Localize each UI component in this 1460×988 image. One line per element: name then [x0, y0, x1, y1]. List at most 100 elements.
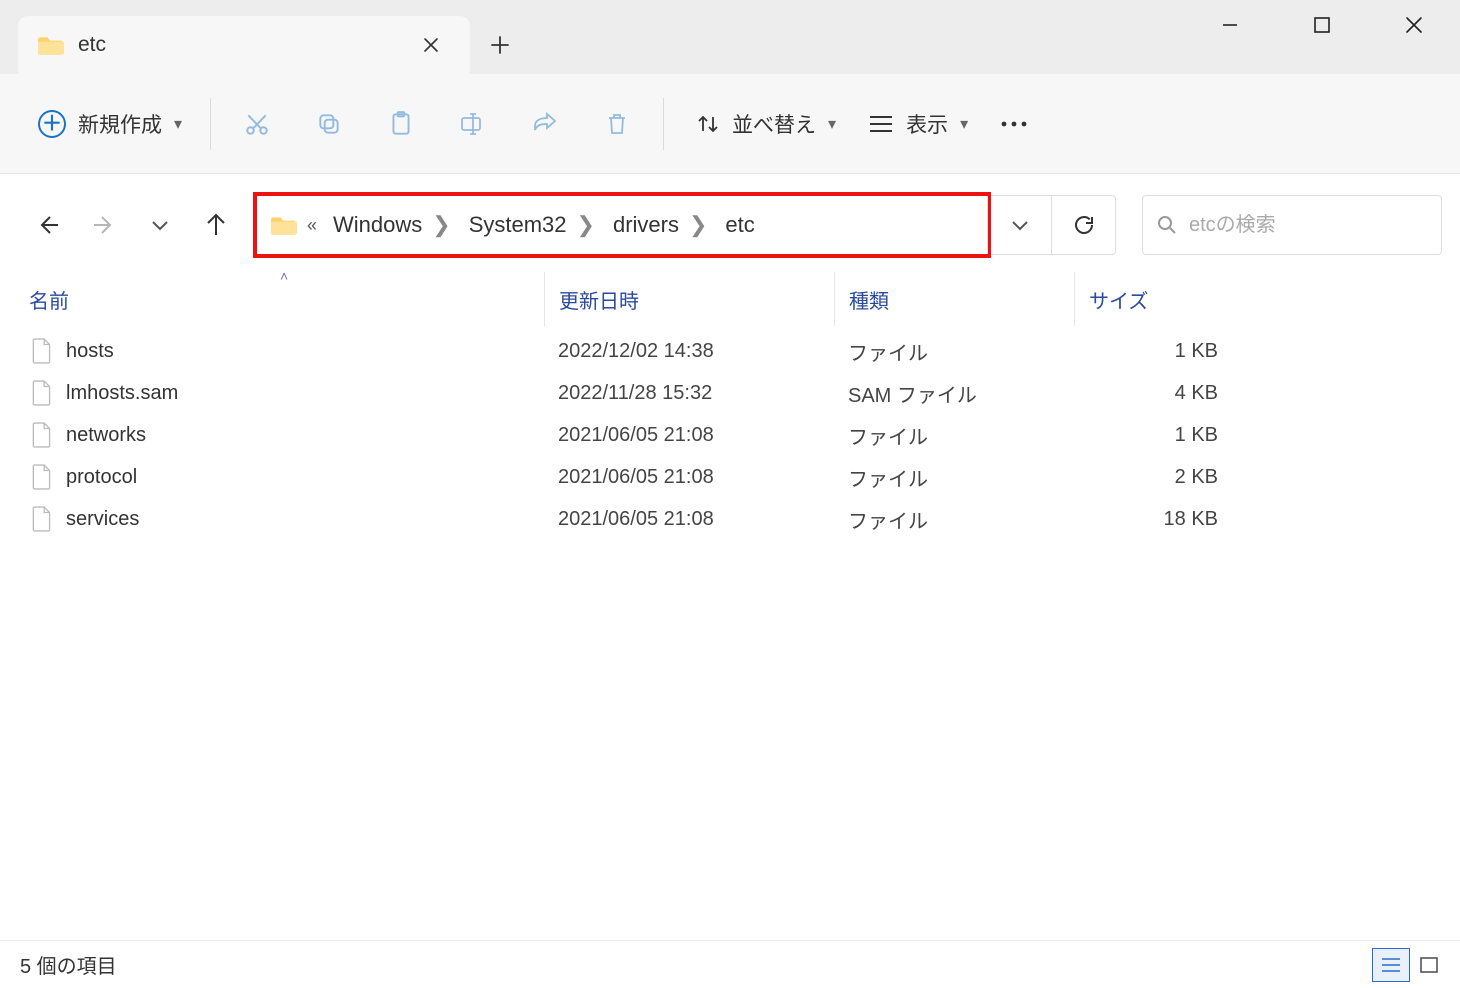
- file-name: protocol: [66, 466, 137, 489]
- view-mode-toggle: [1372, 948, 1448, 982]
- details-view-button[interactable]: [1372, 948, 1410, 982]
- chevron-right-icon: ❯: [432, 212, 450, 238]
- column-header-type[interactable]: 種類: [834, 272, 1074, 326]
- thumbnails-view-button[interactable]: [1410, 948, 1448, 982]
- separator: [210, 98, 211, 150]
- file-row[interactable]: lmhosts.sam 2022/11/28 15:32SAM ファイル4 KB: [24, 372, 1442, 414]
- breadcrumb-item-system32[interactable]: System32 ❯: [463, 212, 601, 238]
- refresh-button[interactable]: [1051, 196, 1115, 254]
- view-label: 表示: [906, 109, 948, 139]
- column-header-size[interactable]: サイズ: [1074, 272, 1224, 326]
- up-button[interactable]: [192, 201, 240, 249]
- address-history-dropdown[interactable]: [987, 196, 1051, 254]
- breadcrumb-label: drivers: [613, 212, 679, 238]
- file-name: hosts: [66, 340, 114, 363]
- status-item-count: 5 個の項目: [20, 950, 1372, 979]
- view-icon: [868, 114, 894, 134]
- file-size: 1 KB: [1074, 424, 1224, 447]
- file-icon: [32, 464, 52, 490]
- file-icon: [32, 338, 52, 364]
- file-row[interactable]: hosts 2022/12/02 14:38ファイル1 KB: [24, 330, 1442, 372]
- chevron-right-icon: ❯: [577, 212, 595, 238]
- search-input[interactable]: [1189, 214, 1427, 237]
- file-row[interactable]: protocol 2021/06/05 21:08ファイル2 KB: [24, 456, 1442, 498]
- separator: [663, 98, 664, 150]
- close-button[interactable]: [1368, 0, 1460, 50]
- column-header-name[interactable]: 名前 ˄: [24, 272, 544, 326]
- new-button-label: 新規作成: [78, 109, 162, 139]
- copy-button[interactable]: [301, 96, 357, 152]
- file-icon: [32, 422, 52, 448]
- breadcrumb-label: System32: [469, 212, 567, 238]
- file-type: ファイル: [834, 337, 1074, 366]
- new-button[interactable]: ＋ 新規作成 ▾: [24, 96, 192, 152]
- file-row[interactable]: networks 2021/06/05 21:08ファイル1 KB: [24, 414, 1442, 456]
- file-size: 4 KB: [1074, 382, 1224, 405]
- file-type: SAM ファイル: [834, 379, 1074, 408]
- rename-button[interactable]: [445, 96, 501, 152]
- delete-button[interactable]: [589, 96, 645, 152]
- file-date: 2022/11/28 15:32: [544, 382, 834, 405]
- folder-icon: [38, 34, 64, 56]
- view-button[interactable]: 表示 ▾: [854, 96, 982, 152]
- navigation-row: « Windows ❯ System32 ❯ drivers ❯ etc: [0, 186, 1460, 264]
- chevron-right-icon: ❯: [689, 212, 707, 238]
- maximize-button[interactable]: [1276, 0, 1368, 50]
- sort-ascending-icon: ˄: [280, 268, 288, 284]
- folder-icon: [271, 214, 297, 236]
- file-size: 1 KB: [1074, 340, 1224, 363]
- file-list: hosts2022/12/02 14:38ファイル1 KBlmhosts.sam…: [24, 330, 1442, 540]
- share-button[interactable]: [517, 96, 573, 152]
- toolbar: ＋ 新規作成 ▾ 並べ替え ▾ 表示 ▾: [0, 74, 1460, 174]
- plus-circle-icon: ＋: [38, 110, 66, 138]
- breadcrumb-item-windows[interactable]: Windows ❯: [327, 212, 457, 238]
- file-type: ファイル: [834, 421, 1074, 450]
- file-date: 2022/12/02 14:38: [544, 340, 834, 363]
- paste-button[interactable]: [373, 96, 429, 152]
- titlebar: etc: [0, 0, 1460, 74]
- file-name: lmhosts.sam: [66, 382, 178, 405]
- tab-etc[interactable]: etc: [18, 16, 470, 74]
- file-date: 2021/06/05 21:08: [544, 508, 834, 531]
- sort-label: 並べ替え: [732, 109, 816, 139]
- file-icon: [32, 506, 52, 532]
- address-bar[interactable]: « Windows ❯ System32 ❯ drivers ❯ etc: [257, 196, 987, 254]
- search-icon: [1157, 215, 1177, 235]
- breadcrumb-item-etc[interactable]: etc: [719, 212, 760, 238]
- back-button[interactable]: [24, 201, 72, 249]
- tab-close-button[interactable]: [414, 28, 448, 62]
- file-type: ファイル: [834, 463, 1074, 492]
- file-name: networks: [66, 424, 146, 447]
- window-controls: [1184, 0, 1460, 50]
- breadcrumb-label: Windows: [333, 212, 422, 238]
- chevron-down-icon: ▾: [828, 114, 836, 134]
- file-type: ファイル: [834, 505, 1074, 534]
- sort-icon: [696, 113, 720, 135]
- address-bar-container: « Windows ❯ System32 ❯ drivers ❯ etc: [256, 195, 1116, 255]
- file-date: 2021/06/05 21:08: [544, 424, 834, 447]
- forward-button[interactable]: [80, 201, 128, 249]
- file-row[interactable]: services 2021/06/05 21:08ファイル18 KB: [24, 498, 1442, 540]
- more-button[interactable]: [986, 96, 1042, 152]
- chevron-down-icon: ▾: [960, 114, 968, 134]
- new-tab-button[interactable]: [470, 16, 530, 74]
- file-size: 2 KB: [1074, 466, 1224, 489]
- column-headers: 名前 ˄ 更新日時 種類 サイズ: [24, 272, 1442, 326]
- file-list-area: 名前 ˄ 更新日時 種類 サイズ hosts2022/12/02 14:38ファ…: [0, 264, 1460, 940]
- tab-title: etc: [78, 33, 400, 57]
- minimize-button[interactable]: [1184, 0, 1276, 50]
- recent-dropdown[interactable]: [136, 201, 184, 249]
- file-name: services: [66, 508, 139, 531]
- file-size: 18 KB: [1074, 508, 1224, 531]
- search-box[interactable]: [1142, 195, 1442, 255]
- file-date: 2021/06/05 21:08: [544, 466, 834, 489]
- chevron-down-icon: ▾: [174, 114, 182, 134]
- breadcrumb-label: etc: [725, 212, 754, 238]
- status-bar: 5 個の項目: [0, 940, 1460, 988]
- breadcrumb-overflow[interactable]: «: [303, 215, 321, 236]
- file-icon: [32, 380, 52, 406]
- column-header-date[interactable]: 更新日時: [544, 272, 834, 326]
- cut-button[interactable]: [229, 96, 285, 152]
- sort-button[interactable]: 並べ替え ▾: [682, 96, 850, 152]
- breadcrumb-item-drivers[interactable]: drivers ❯: [607, 212, 713, 238]
